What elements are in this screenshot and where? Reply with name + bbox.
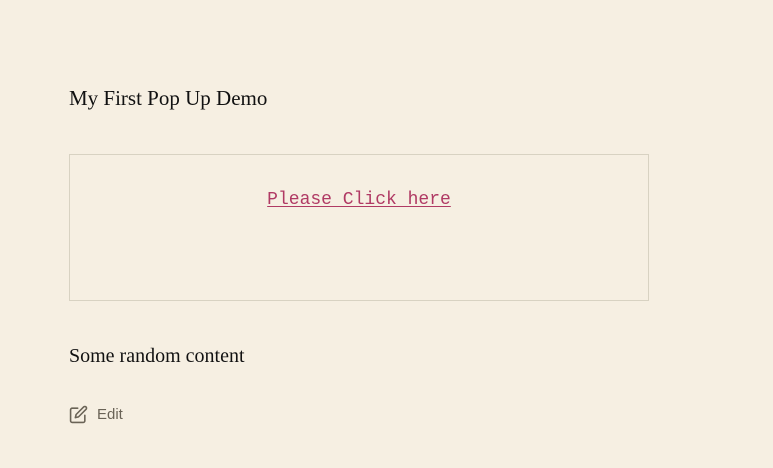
edit-icon	[69, 405, 88, 424]
popup-link-container: Please Click here	[70, 189, 648, 211]
please-click-here-link[interactable]: Please Click here	[267, 190, 451, 210]
popup-trigger-box: Please Click here	[69, 154, 649, 301]
page-title: My First Pop Up Demo	[69, 86, 268, 110]
edit-label: Edit	[97, 405, 123, 423]
random-content-text: Some random content	[69, 345, 245, 367]
edit-link[interactable]: Edit	[69, 403, 123, 425]
